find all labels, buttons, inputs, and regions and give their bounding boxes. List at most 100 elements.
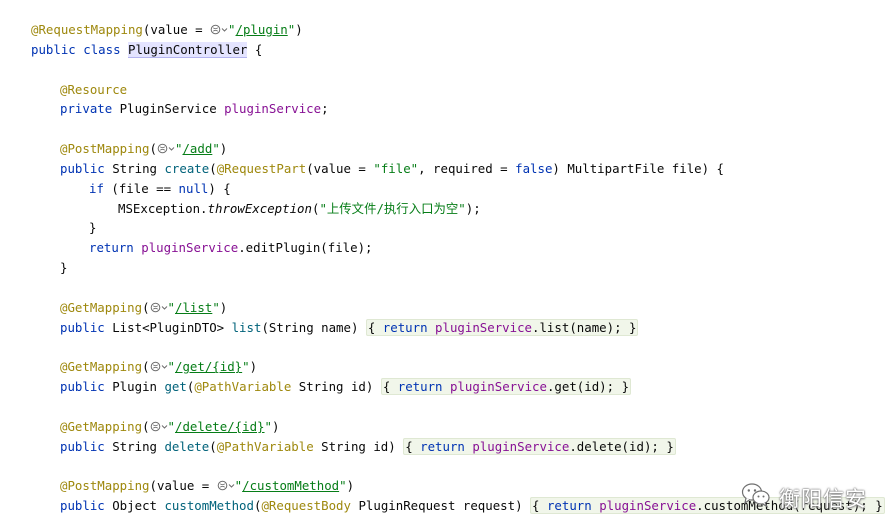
code-line-13: } <box>31 258 876 278</box>
field-name: pluginService <box>449 379 547 395</box>
code-line-4: @Resource <box>31 80 876 100</box>
keyword: null <box>178 180 209 196</box>
code-token: } <box>666 438 674 454</box>
code-token: ( <box>142 359 150 375</box>
globe-icon[interactable] <box>157 143 168 154</box>
field-name: pluginService <box>599 498 697 514</box>
code-line-12: return pluginService.editPlugin(file); <box>31 238 876 258</box>
field-name: pluginService <box>472 438 570 454</box>
chevron-down-icon[interactable] <box>161 358 168 370</box>
keyword: return <box>89 240 134 256</box>
keyword: return <box>546 498 592 514</box>
code-token: { <box>405 438 421 454</box>
code-token: ) <box>346 478 355 494</box>
string-quote: " <box>167 299 175 315</box>
folded-method-body[interactable]: { return pluginService.delete(id); } <box>403 437 676 455</box>
keyword: public <box>60 319 105 335</box>
url-link[interactable]: /list <box>175 300 212 315</box>
code-token: } <box>629 319 637 335</box>
code-token: MSException. <box>118 200 208 216</box>
code-line-11: } <box>31 218 876 238</box>
code-token: ; <box>321 101 329 117</box>
keyword: return <box>420 438 465 454</box>
code-token: PluginRequest request) <box>350 498 531 514</box>
class-name[interactable]: PluginController <box>128 41 248 58</box>
globe-icon[interactable] <box>210 24 221 35</box>
code-token: .get(id); <box>546 379 622 395</box>
code-token: (value = <box>149 478 217 494</box>
keyword: public <box>60 379 105 395</box>
code-token: (String name) <box>261 319 366 335</box>
annotation: @RequestBody <box>261 498 351 514</box>
string-literal: "上传文件/执行入口为空" <box>319 200 466 216</box>
code-token: .delete(id); <box>569 438 667 454</box>
code-token: .list(name); <box>532 319 629 335</box>
code-token: { <box>382 379 398 395</box>
wechat-icon <box>741 482 771 513</box>
keyword: if <box>89 180 104 196</box>
folded-method-body[interactable]: { return pluginService.list(name); } <box>365 318 639 336</box>
code-line-16: public List<PluginDTO> list(String name)… <box>31 318 876 338</box>
code-token: ) <box>219 299 228 315</box>
code-token: (value = <box>306 160 374 176</box>
annotation: @PathVariable <box>216 438 314 454</box>
chevron-down-icon[interactable] <box>161 418 168 429</box>
code-token: { <box>367 319 383 335</box>
code-token: } <box>60 260 68 276</box>
url-link[interactable]: /add <box>182 141 212 156</box>
chevron-down-icon[interactable] <box>168 140 175 151</box>
annotation: @RequestMapping <box>31 22 143 37</box>
code-token: ( <box>209 160 217 176</box>
annotation: @Resource <box>60 81 128 97</box>
string-quote: " <box>339 478 347 494</box>
chevron-down-icon[interactable] <box>161 299 168 310</box>
keyword: class <box>83 41 121 57</box>
code-token: { <box>532 498 547 514</box>
field-name: pluginService <box>224 101 322 117</box>
keyword: public <box>60 498 105 514</box>
method-name: create <box>164 160 210 176</box>
globe-icon[interactable] <box>150 361 161 372</box>
url-link[interactable]: /customMethod <box>242 478 339 493</box>
keyword: public <box>60 160 105 176</box>
url-link[interactable]: /get/{id} <box>175 359 242 374</box>
code-token: ) <box>295 22 303 37</box>
code-token: ( <box>142 299 150 315</box>
code-line-5: private PluginService pluginService; <box>31 99 876 119</box>
url-link[interactable]: /delete/{id} <box>175 419 265 434</box>
code-token: Plugin <box>104 379 165 395</box>
string-literal: "file" <box>373 160 419 176</box>
annotation: @GetMapping <box>60 359 143 375</box>
code-line-21: @GetMapping("/delete/{id}") <box>31 417 876 437</box>
code-token: String <box>104 160 165 176</box>
watermark: 衡阳信安 <box>741 482 867 513</box>
folded-method-body[interactable]: { return pluginService.get(id); } <box>380 378 632 396</box>
code-token: String id) <box>313 438 404 454</box>
globe-icon[interactable] <box>150 302 161 313</box>
code-line-9: if (file == null) { <box>31 179 876 199</box>
keyword: private <box>60 101 113 117</box>
code-token: ( <box>142 418 150 434</box>
string-quote: " <box>212 299 220 315</box>
field-name: pluginService <box>141 240 239 256</box>
globe-icon[interactable] <box>217 480 228 491</box>
chevron-down-icon[interactable] <box>228 477 235 489</box>
method-name: get <box>164 379 187 395</box>
code-line-22: public String delete(@PathVariable Strin… <box>31 437 876 457</box>
code-editor[interactable]: @RequestMapping(value = "/plugin") publi… <box>31 20 885 516</box>
code-token: List<PluginDTO> <box>104 319 232 335</box>
annotation: @GetMapping <box>60 299 143 315</box>
code-token: } <box>89 220 97 236</box>
globe-icon[interactable] <box>150 421 161 432</box>
code-line-15: @GetMapping( "/list") <box>31 298 876 318</box>
keyword: false <box>515 160 553 176</box>
code-token: (value = <box>142 22 211 37</box>
chevron-down-icon[interactable] <box>221 21 228 32</box>
code-token: ( <box>149 141 157 157</box>
url-link[interactable]: /plugin <box>236 22 288 37</box>
